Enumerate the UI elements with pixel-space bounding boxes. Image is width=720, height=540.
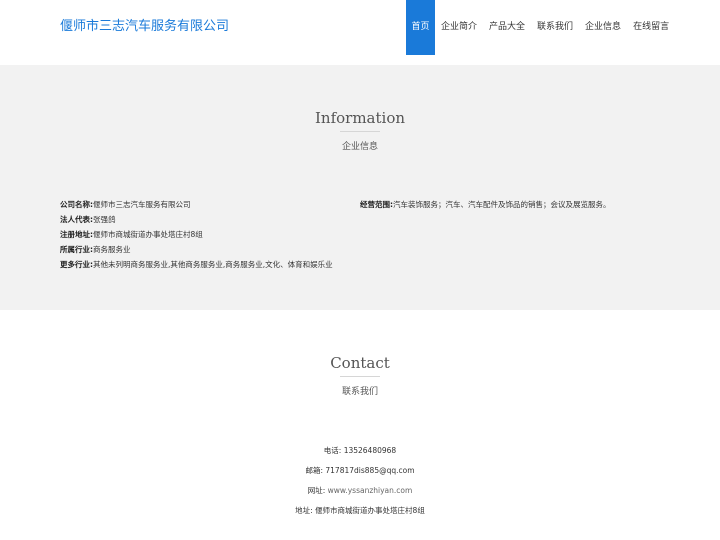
info-key: 更多行业: [60,260,93,269]
info-key: 公司名称: [60,200,93,209]
info-row-company-name: 公司名称:偃师市三志汽车服务有限公司 [60,197,350,212]
info-row-legal-rep: 法人代表:张强鸽 [60,212,350,227]
contact-key: 邮箱: [305,466,323,475]
company-info-section: Information 企业信息 公司名称:偃师市三志汽车服务有限公司 法人代表… [0,65,720,310]
contact-value[interactable]: 717817dis885@qq.com [325,466,414,475]
info-row-industry: 所属行业:商务服务业 [60,242,350,257]
contact-key: 地址: [295,506,313,515]
info-key: 经营范围: [360,200,393,209]
info-value: 商务服务业 [93,245,131,254]
website-link[interactable]: www.yssanzhiyan.com [328,486,413,495]
contact-address: 地址: 偃师市商城街道办事处塔庄村8组 [0,505,720,517]
info-value: 偃师市商城街道办事处塔庄村8组 [93,230,203,239]
info-details-left: 公司名称:偃师市三志汽车服务有限公司 法人代表:张强鸽 注册地址:偃师市商城街道… [60,197,350,272]
nav-item-contact[interactable]: 联系我们 [531,0,579,55]
info-key: 所属行业: [60,245,93,254]
contact-section-subtitle: 联系我们 [341,387,378,397]
site-header: 偃师市三志汽车服务有限公司 首页 企业简介 产品大全 联系我们 企业信息 在线留… [0,0,720,65]
contact-email: 邮箱: 717817dis885@qq.com [0,465,720,477]
contact-section-title: Contact [330,354,390,372]
info-details-right: 经营范围:汽车装饰服务；汽车、汽车配件及饰品的销售；会议及展览服务。 [360,197,680,212]
info-title-divider [340,131,380,132]
nav-item-about[interactable]: 企业简介 [435,0,483,55]
contact-key: 网址: [307,486,326,495]
nav-item-company-info[interactable]: 企业信息 [579,0,627,55]
contact-value: 偃师市商城街道办事处塔庄村8组 [315,506,425,515]
contact-website: 网址: www.yssanzhiyan.com [0,485,720,497]
nav-item-home[interactable]: 首页 [406,0,435,55]
contact-section: Contact 联系我们 电话: 13526480968 邮箱: 717817d… [0,310,720,540]
info-key: 注册地址: [60,230,93,239]
nav-item-products[interactable]: 产品大全 [483,0,531,55]
nav-item-message[interactable]: 在线留言 [627,0,675,55]
info-key: 法人代表: [60,215,93,224]
info-section-subtitle: 企业信息 [341,142,378,152]
contact-key: 电话: [323,446,342,455]
info-value: 汽车装饰服务；汽车、汽车配件及饰品的销售；会议及展览服务。 [393,200,611,209]
info-section-title: Information [314,109,406,127]
contact-phone: 电话: 13526480968 [0,445,720,457]
contact-title-divider [340,376,380,377]
info-row-address: 注册地址:偃师市商城街道办事处塔庄村8组 [60,227,350,242]
info-value: 其他未列明商务服务业,其他商务服务业,商务服务业,文化、体育和娱乐业 [93,260,333,269]
contact-value[interactable]: 13526480968 [344,446,397,455]
info-value: 张强鸽 [93,215,116,224]
main-nav: 首页 企业简介 产品大全 联系我们 企业信息 在线留言 [406,0,675,55]
info-row-business-scope: 经营范围:汽车装饰服务；汽车、汽车配件及饰品的销售；会议及展览服务。 [360,197,680,212]
site-brand[interactable]: 偃师市三志汽车服务有限公司 [60,18,229,36]
info-row-more-industries: 更多行业:其他未列明商务服务业,其他商务服务业,商务服务业,文化、体育和娱乐业 [60,257,350,272]
info-value: 偃师市三志汽车服务有限公司 [93,200,191,209]
